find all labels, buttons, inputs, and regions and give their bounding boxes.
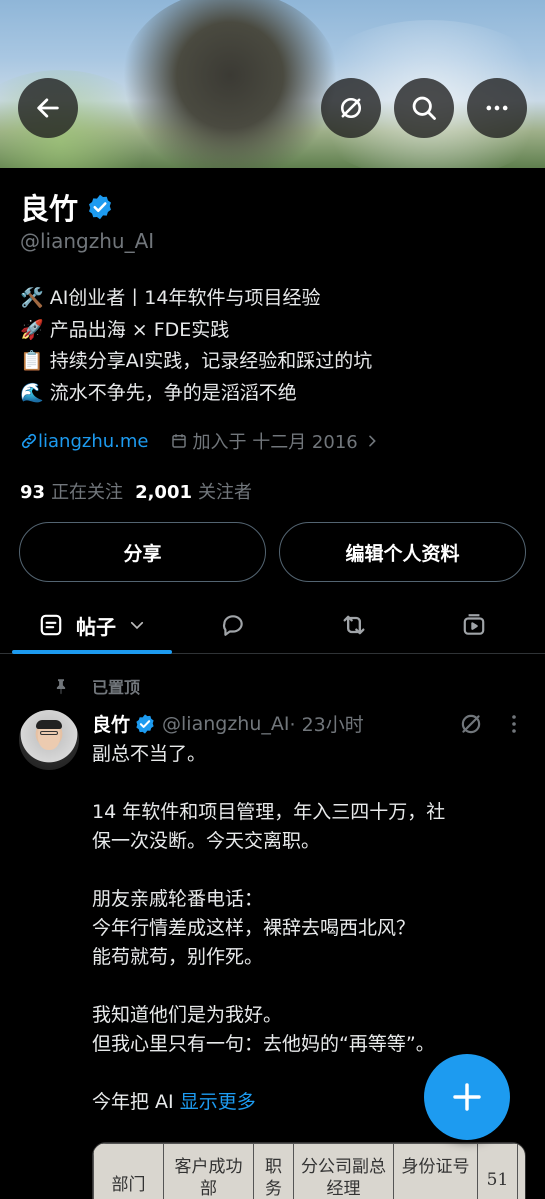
image-cell: 分公司副总经理 [293,1143,394,1199]
tab-posts-label: 帖子 [76,614,116,639]
more-vertical-icon[interactable] [505,712,523,736]
link-icon [21,433,37,449]
joined-date[interactable]: 加入于 十二月 2016 [170,428,379,454]
profile-name: 良竹 [20,192,79,226]
followers-count: 2,001 [135,482,192,503]
tab-reposts[interactable] [324,596,384,654]
search-icon [412,96,436,120]
grok-icon [340,97,362,119]
post-author-name[interactable]: 良竹 [92,710,130,737]
website-link[interactable]: liangzhu.me [20,431,148,452]
profile-tabs: 帖子 [0,596,545,654]
post-line: 今年行情差成这样，裸辞去喝西北风？ [92,917,416,939]
profile-meta: liangzhu.me 加入于 十二月 2016 [20,428,380,454]
compose-post-button[interactable] [424,1054,510,1140]
pinned-indicator: 已置顶 [52,674,140,698]
post-line: 今年把 AI [92,1091,174,1113]
chevron-right-icon [368,435,376,447]
repost-icon [343,615,365,635]
calendar-icon [172,434,187,448]
post-image[interactable]: 部门 客户成功部 职务 分公司副总经理 身份证号 51 [92,1142,526,1199]
image-cell: 51 [477,1143,518,1199]
grok-button[interactable] [321,78,381,138]
post-line: 我知道他们是为我好。 [92,1004,283,1026]
back-button[interactable] [18,78,78,138]
posts-icon [40,614,62,636]
tab-replies[interactable] [203,596,263,654]
more-button[interactable] [467,78,527,138]
share-button[interactable]: 分享 [19,522,266,582]
verified-badge-icon [136,713,154,734]
active-tab-indicator [12,650,172,654]
bio-line: 🚀 产品出海 × FDE实践 [20,318,230,341]
post-line-gap [92,856,512,885]
post-author-handle[interactable]: @liangzhu_AI [162,713,289,735]
following-stat[interactable]: 93 正在关注 [20,478,123,504]
tab-posts[interactable]: 帖子 [12,596,172,654]
chevron-down-icon [130,621,144,630]
followers-label: 关注者 [198,482,252,503]
bio-line: 🌊 流水不争先，争的是滔滔不绝 [20,381,297,404]
following-label: 正在关注 [51,482,124,503]
image-cell: 职务 [253,1143,294,1199]
post-line: 14 年软件和项目管理，年入三四十万，社 [92,801,446,823]
search-button[interactable] [394,78,454,138]
reply-icon [222,615,243,636]
more-horizontal-icon [486,105,508,111]
post-line: 能苟就苟，别作死。 [92,946,264,968]
follow-stats: 93 正在关注 2,001 关注者 [20,478,252,504]
tab-media[interactable] [444,596,504,654]
post-line: 朋友亲戚轮番电话： [92,888,264,910]
post-line: 保一次没断。今天交离职。 [92,830,321,852]
show-more-link[interactable]: 显示更多 [180,1091,256,1113]
plus-icon [453,1083,481,1111]
edit-profile-button[interactable]: 编辑个人资料 [279,522,526,582]
image-cell: 身份证号 [393,1143,478,1199]
bio-line: 🛠️ AI创业者丨14年软件与项目经验 [20,287,321,309]
post-line: 但我心里只有一句：去他妈的“再等等”。 [92,1033,435,1055]
followers-stat[interactable]: 2,001 关注者 [135,478,252,504]
media-icon [463,614,485,635]
profile-handle: @liangzhu_AI [20,229,155,253]
post-header: 良竹 @liangzhu_AI · 23小时 [92,710,364,737]
profile-bio: 🛠️ AI创业者丨14年软件与项目经验 🚀 产品出海 × FDE实践 📋 持续分… [20,283,372,409]
following-count: 93 [20,482,46,503]
post-time[interactable]: · 23小时 [289,710,363,737]
website-text: liangzhu.me [38,430,149,452]
joined-text: 加入于 十二月 2016 [192,432,358,453]
grok-icon[interactable] [458,711,484,737]
bio-line: 📋 持续分享AI实践，记录经验和踩过的坑 [20,350,373,372]
image-cell: 部门 [93,1143,164,1199]
post-line-gap [92,769,512,798]
post-line-gap [92,972,512,1001]
verified-badge-icon [89,194,111,220]
document-table: 部门 客户成功部 职务 分公司副总经理 身份证号 51 [93,1143,518,1199]
post-line: 副总不当了。 [92,743,207,765]
pin-icon [56,679,66,695]
pinned-label: 已置顶 [92,678,141,697]
avatar[interactable] [19,710,79,770]
profile-banner[interactable] [0,0,545,168]
profile-name-row: 良竹 [20,186,114,228]
image-cell: 客户成功部 [163,1143,254,1199]
arrow-left-icon [37,98,59,118]
